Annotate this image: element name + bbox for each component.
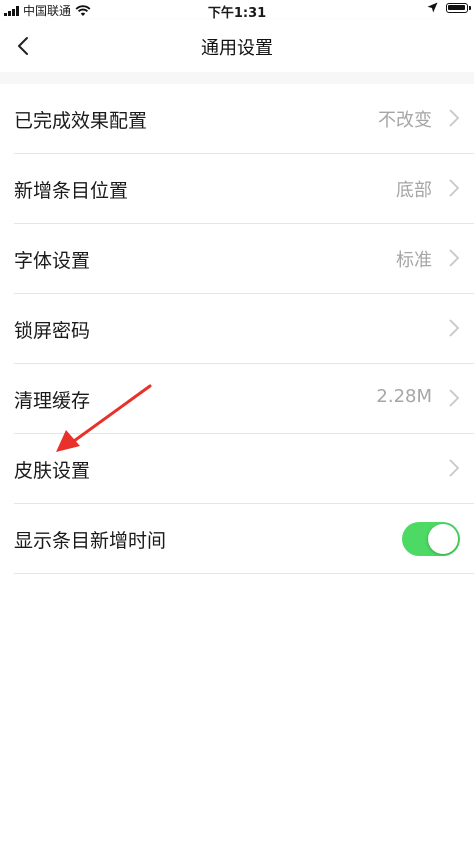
location-arrow-icon [427, 2, 438, 13]
settings-list: 已完成效果配置 不改变 新增条目位置 底部 字体设置 标准 锁屏密码 清理缓存 … [0, 84, 474, 574]
chevron-right-icon [449, 109, 460, 127]
row-label: 显示条目新增时间 [14, 530, 167, 552]
row-value: 底部 [396, 180, 432, 201]
header-divider [0, 72, 474, 84]
show-add-time-toggle[interactable] [402, 522, 460, 556]
settings-row-new-item-position[interactable]: 新增条目位置 底部 [14, 154, 474, 224]
row-label: 清理缓存 [14, 390, 91, 412]
chevron-right-icon [449, 249, 460, 267]
row-value: 不改变 [378, 110, 432, 131]
chevron-right-icon [449, 459, 460, 477]
status-time: 下午1:31 [207, 6, 267, 21]
row-label: 字体设置 [14, 250, 91, 272]
row-label: 已完成效果配置 [14, 110, 148, 132]
row-label: 锁屏密码 [14, 320, 91, 342]
settings-row-lock-password[interactable]: 锁屏密码 [14, 294, 474, 364]
battery-icon [446, 2, 471, 13]
screen: 中国联通 下午1:31 通用设置 已完成效果配置 不改变 新增条目位置 底部 字… [0, 0, 474, 847]
row-label: 新增条目位置 [14, 180, 129, 202]
settings-row-completed-effect[interactable]: 已完成效果配置 不改变 [14, 84, 474, 154]
toggle-knob [428, 524, 458, 554]
row-value: 2.28M [376, 386, 432, 407]
chevron-right-icon [449, 319, 460, 337]
status-right [427, 2, 471, 13]
settings-row-font[interactable]: 字体设置 标准 [14, 224, 474, 294]
row-label: 皮肤设置 [14, 460, 91, 482]
chevron-right-icon [449, 389, 460, 407]
page-title: 通用设置 [201, 38, 273, 59]
settings-row-show-add-time: 显示条目新增时间 [14, 504, 474, 574]
settings-row-skin[interactable]: 皮肤设置 [14, 434, 474, 504]
row-value: 标准 [396, 250, 432, 271]
status-bar: 中国联通 下午1:31 [0, 0, 474, 21]
navigation-bar: 通用设置 [0, 20, 474, 72]
settings-row-clear-cache[interactable]: 清理缓存 2.28M [14, 364, 474, 434]
chevron-right-icon [449, 179, 460, 197]
